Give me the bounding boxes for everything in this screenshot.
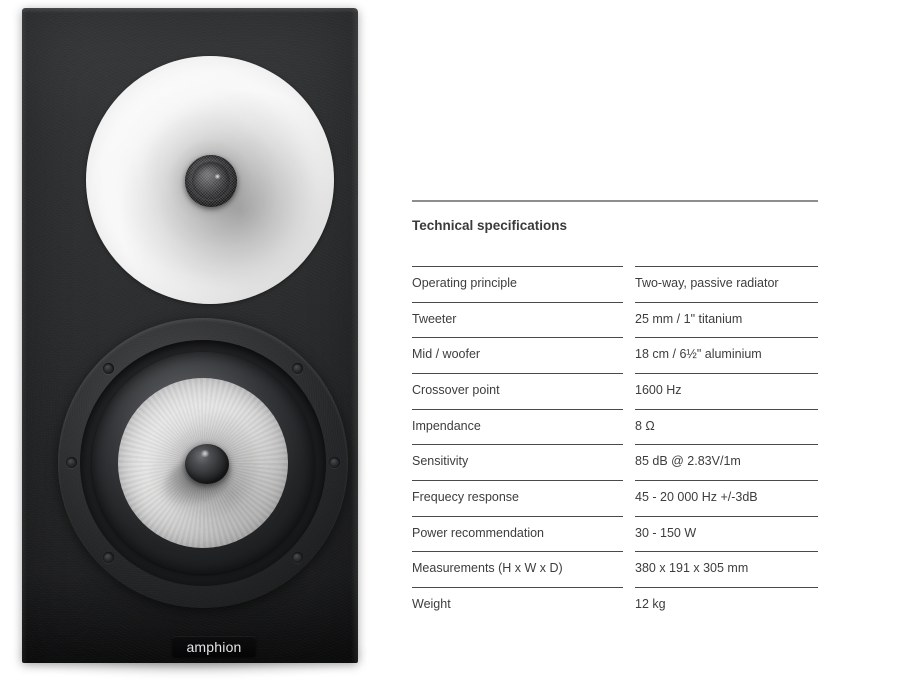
spec-value-cell: 30 - 150 W <box>635 515 818 552</box>
technical-specifications-panel: Technical specifications Operating princ… <box>412 200 818 622</box>
woofer-screw <box>292 363 303 374</box>
table-row: Power recommendation 30 - 150 W <box>412 515 818 552</box>
speaker-cabinet: amphion <box>22 8 358 663</box>
spec-label: Impendance <box>412 408 623 445</box>
woofer-screw <box>66 457 77 468</box>
spec-value-cell: 12 kg <box>635 586 818 623</box>
spec-label-cell: Mid / woofer <box>412 337 623 373</box>
spec-label: Frequecy response <box>412 479 623 516</box>
spec-label-cell: Power recommendation <box>412 515 623 552</box>
spec-column-gap <box>623 302 635 338</box>
spec-label-cell: Operating principle <box>412 266 623 302</box>
specifications-table: Operating principle Two-way, passive rad… <box>412 266 818 622</box>
spec-column-gap <box>623 551 635 587</box>
spec-column-gap <box>623 266 635 302</box>
spec-label: Mid / woofer <box>412 337 623 373</box>
spec-panel-top-divider <box>412 200 818 202</box>
spec-value: 30 - 150 W <box>635 515 818 552</box>
brand-badge: amphion <box>172 636 256 657</box>
spec-column-gap <box>623 444 635 480</box>
spec-label-cell: Impendance <box>412 408 623 445</box>
spec-label: Operating principle <box>412 266 623 302</box>
table-row: Crossover point 1600 Hz <box>412 373 818 409</box>
spec-value: 380 x 191 x 305 mm <box>635 551 818 587</box>
spec-column-gap <box>623 480 635 516</box>
spec-column-gap <box>623 337 635 373</box>
spec-value: 85 dB @ 2.83V/1m <box>635 444 818 480</box>
spec-value: 18 cm / 6½" aluminium <box>635 337 818 373</box>
woofer-screw <box>329 457 340 468</box>
table-row: Impendance 8 Ω <box>412 408 818 445</box>
spec-label: Crossover point <box>412 373 623 409</box>
spec-label-cell: Tweeter <box>412 301 623 338</box>
spec-label: Sensitivity <box>412 444 623 480</box>
spec-value-cell: 85 dB @ 2.83V/1m <box>635 444 818 480</box>
product-image: amphion <box>0 0 392 696</box>
spec-value-cell: 8 Ω <box>635 408 818 445</box>
spec-label-cell: Measurements (H x W x D) <box>412 551 623 587</box>
table-row: Operating principle Two-way, passive rad… <box>412 266 818 302</box>
spec-column-gap <box>623 373 635 409</box>
spec-value-cell: Two-way, passive radiator <box>635 266 818 302</box>
spec-value-cell: 380 x 191 x 305 mm <box>635 551 818 587</box>
spec-label: Power recommendation <box>412 515 623 552</box>
spec-value-cell: 1600 Hz <box>635 373 818 409</box>
table-row: Sensitivity 85 dB @ 2.83V/1m <box>412 444 818 480</box>
spec-label-cell: Crossover point <box>412 373 623 409</box>
specifications-table-body: Operating principle Two-way, passive rad… <box>412 266 818 622</box>
spec-column-gap <box>623 409 635 445</box>
table-row: Weight 12 kg <box>412 586 818 623</box>
woofer-screw <box>103 363 114 374</box>
spec-column-gap <box>623 587 635 623</box>
spec-value: 12 kg <box>635 586 818 623</box>
spec-label: Measurements (H x W x D) <box>412 551 623 587</box>
spec-value: Two-way, passive radiator <box>635 266 818 302</box>
tweeter-mesh-grille <box>185 155 237 207</box>
table-row: Mid / woofer 18 cm / 6½" aluminium <box>412 337 818 373</box>
table-row: Tweeter 25 mm / 1" titanium <box>412 301 818 338</box>
table-row: Measurements (H x W x D) 380 x 191 x 305… <box>412 551 818 587</box>
tweeter-driver <box>185 155 237 207</box>
spec-label: Weight <box>412 586 623 623</box>
tweeter-highlight <box>214 174 221 179</box>
spec-value: 8 Ω <box>635 408 818 445</box>
brand-name: amphion <box>186 638 242 655</box>
woofer-dust-cap <box>185 444 229 484</box>
spec-label-cell: Frequecy response <box>412 479 623 516</box>
spec-value: 25 mm / 1" titanium <box>635 301 818 338</box>
spec-value-cell: 45 - 20 000 Hz +/-3dB <box>635 479 818 516</box>
spec-label-cell: Weight <box>412 586 623 623</box>
spec-value: 1600 Hz <box>635 373 818 409</box>
woofer-screw <box>292 552 303 563</box>
spec-value-cell: 25 mm / 1" titanium <box>635 301 818 338</box>
spec-column-gap <box>623 516 635 552</box>
mid-woofer-driver <box>58 318 348 608</box>
table-row: Frequecy response 45 - 20 000 Hz +/-3dB <box>412 479 818 516</box>
spec-value: 45 - 20 000 Hz +/-3dB <box>635 479 818 516</box>
spec-value-cell: 18 cm / 6½" aluminium <box>635 337 818 373</box>
woofer-screw <box>103 552 114 563</box>
spec-panel-heading: Technical specifications <box>412 218 568 233</box>
spec-label: Tweeter <box>412 301 623 338</box>
spec-label-cell: Sensitivity <box>412 444 623 480</box>
tweeter-dome-ring <box>191 161 231 201</box>
